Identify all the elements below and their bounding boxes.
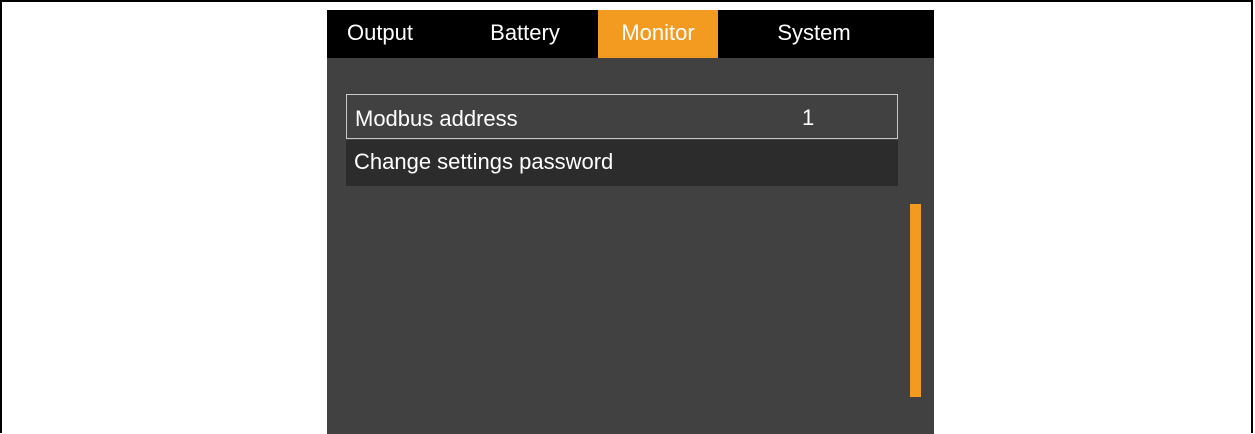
tab-battery[interactable]: Battery (473, 10, 577, 58)
tab-bar: Output Battery Monitor System (327, 10, 934, 58)
tab-output[interactable]: Output (333, 10, 427, 58)
tab-monitor[interactable]: Monitor (598, 10, 718, 58)
menu-item-label: Modbus address (355, 106, 518, 131)
device-screen: Output Battery Monitor System Modbus add… (327, 10, 934, 434)
scrollbar-thumb[interactable] (910, 204, 921, 397)
menu-item-change-password[interactable]: Change settings password (346, 140, 898, 186)
modbus-address-value: 1 (802, 105, 815, 130)
menu-item-modbus-address[interactable]: Modbus address 1 (346, 94, 898, 139)
tab-system[interactable]: System (760, 10, 868, 58)
menu-item-label: Change settings password (354, 149, 614, 174)
